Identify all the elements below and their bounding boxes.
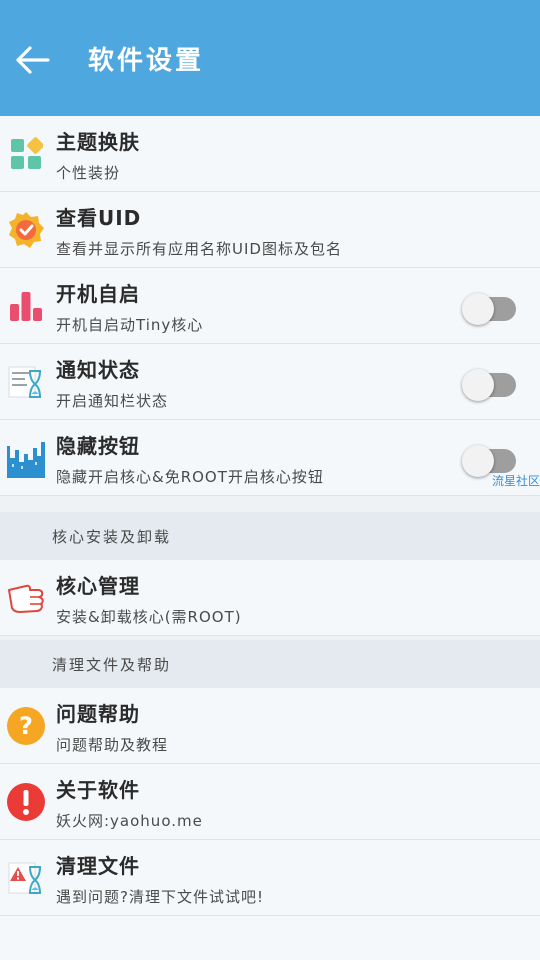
about-item[interactable]: 关于软件 妖火网:yaohuo.me [0,764,540,840]
bar-chart-icon [6,286,46,326]
item-title: 主题换肤 [56,130,140,154]
city-skyline-icon [6,438,46,478]
section-header-core: 核心安装及卸载 [0,512,540,560]
notification-status-toggle[interactable] [462,369,516,401]
item-subtitle: 个性装扮 [56,164,121,182]
auto-start-item[interactable]: 开机自启 开机自启动Tiny核心 [0,268,540,344]
item-title: 通知状态 [56,358,140,382]
settings-list: 主题换肤 个性装扮 查看UID 查看并显示所有应用名称UID图标及包名 开机自启… [0,116,540,916]
warning-hourglass-icon [6,858,46,898]
item-title: 隐藏按钮 [56,434,140,458]
toggle-knob [462,445,494,477]
item-subtitle: 安装&卸载核心(需ROOT) [56,608,242,626]
exclamation-circle-icon [6,782,46,822]
auto-start-toggle[interactable] [462,293,516,325]
view-uid-item[interactable]: 查看UID 查看并显示所有应用名称UID图标及包名 [0,192,540,268]
toggle-knob [462,293,494,325]
item-subtitle: 开机自启动Tiny核心 [56,316,204,334]
item-title: 关于软件 [56,778,140,802]
section-label: 清理文件及帮助 [52,656,172,674]
notification-hourglass-icon [6,362,46,402]
hide-button-item[interactable]: 隐藏按钮 隐藏开启核心&免ROOT开启核心按钮 [0,420,540,496]
verified-badge-icon [6,210,46,250]
svg-text:?: ? [19,712,33,740]
back-button[interactable] [10,38,54,82]
hide-button-toggle[interactable] [462,445,516,477]
question-circle-icon: ? [6,706,46,746]
section-label: 核心安装及卸载 [52,528,172,546]
item-subtitle: 妖火网:yaohuo.me [56,812,203,830]
item-subtitle: 问题帮助及教程 [56,736,169,754]
item-title: 清理文件 [56,854,140,878]
section-header-clean: 清理文件及帮助 [0,640,540,688]
pointing-hand-icon [6,578,46,618]
item-title: 核心管理 [56,574,140,598]
section-spacer [0,496,540,512]
item-subtitle: 查看并显示所有应用名称UID图标及包名 [56,240,342,258]
item-title: 开机自启 [56,282,140,306]
item-title: 查看UID [56,206,142,230]
item-subtitle: 遇到问题?清理下文件试试吧! [56,888,264,906]
core-management-item[interactable]: 核心管理 安装&卸载核心(需ROOT) [0,560,540,636]
app-bar: 软件设置 [0,0,540,116]
item-subtitle: 隐藏开启核心&免ROOT开启核心按钮 [56,468,324,486]
arrow-left-icon [16,46,50,74]
item-subtitle: 开启通知栏状态 [56,392,169,410]
watermark-label: 流星社区 [491,474,540,488]
page-title: 软件设置 [88,46,205,76]
theme-grid-icon [6,134,46,174]
theme-skin-item[interactable]: 主题换肤 个性装扮 [0,116,540,192]
item-title: 问题帮助 [56,702,140,726]
help-item[interactable]: ? 问题帮助 问题帮助及教程 [0,688,540,764]
toggle-knob [462,369,494,401]
notification-status-item[interactable]: 通知状态 开启通知栏状态 [0,344,540,420]
clean-files-item[interactable]: 清理文件 遇到问题?清理下文件试试吧! [0,840,540,916]
